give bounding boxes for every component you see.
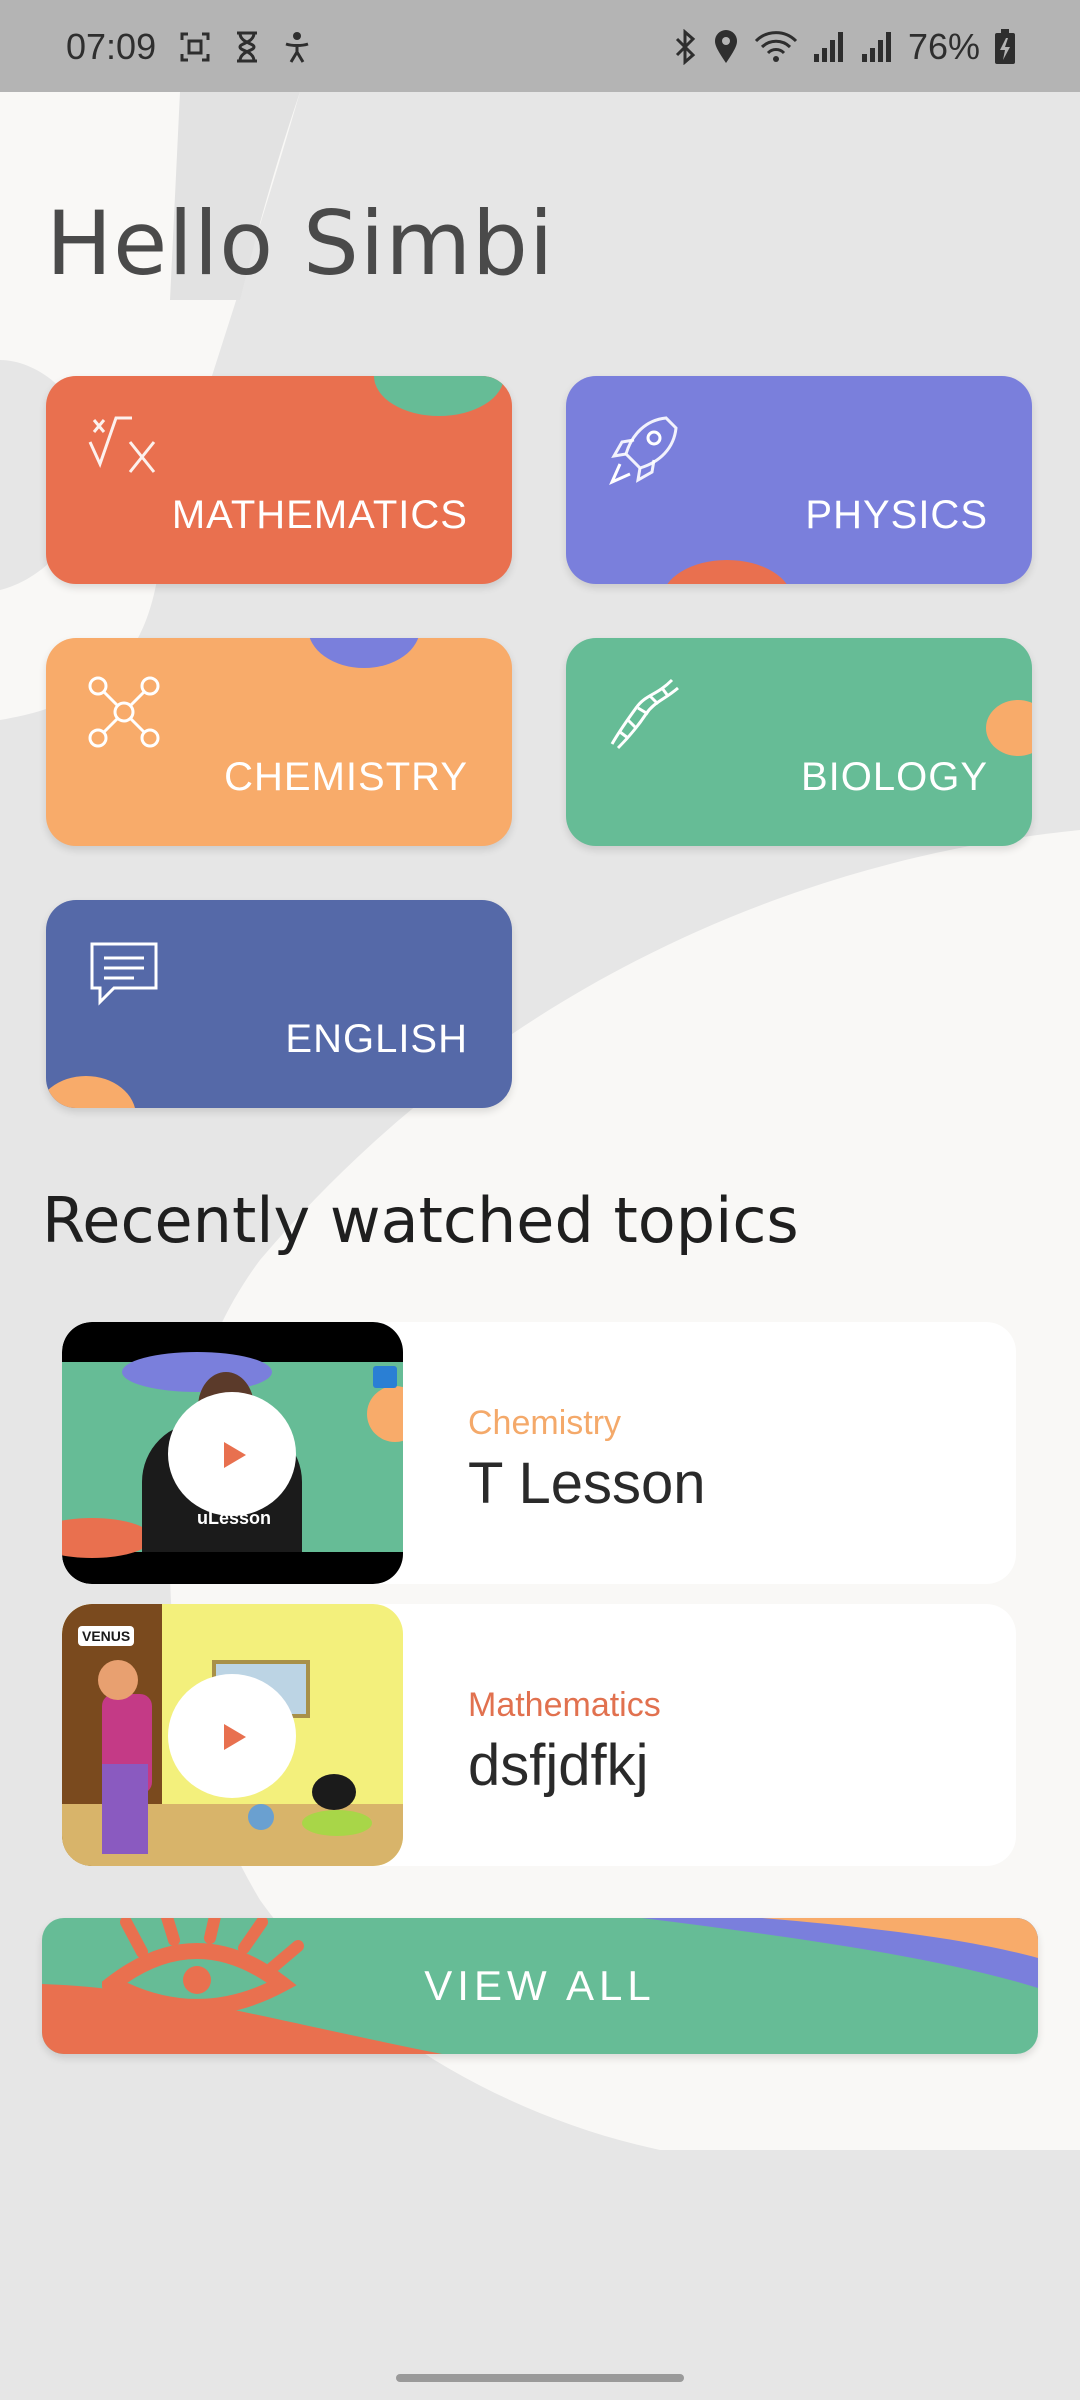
play-button[interactable]	[168, 1674, 296, 1798]
recent-topic-subject: Mathematics	[468, 1686, 661, 1724]
location-icon	[714, 30, 737, 63]
recent-topic-card[interactable]: uLesson Chemistry T Lesson	[62, 1322, 1016, 1584]
recently-watched-title: Recently watched topics	[42, 1184, 799, 1257]
video-thumbnail: VENUS	[62, 1604, 403, 1866]
square-root-icon	[88, 416, 156, 473]
subject-label: BIOLOGY	[800, 755, 988, 799]
play-button[interactable]	[168, 1392, 296, 1516]
screenshot-icon	[180, 32, 210, 62]
view-all-label: VIEW ALL	[424, 1962, 656, 2009]
dna-icon	[610, 678, 679, 750]
recent-topic-card[interactable]: VENUS Mathematics dsfjdfkj	[62, 1604, 1016, 1866]
subject-label: MATHEMATICS	[171, 493, 468, 537]
decoration-blob	[374, 376, 504, 416]
subject-tile-chemistry[interactable]: CHEMISTRY	[46, 638, 512, 846]
molecule-icon	[88, 676, 160, 748]
subject-label: ENGLISH	[285, 1017, 468, 1061]
signal-icon	[813, 32, 843, 62]
battery-percent: 76%	[907, 26, 980, 67]
signal-icon	[861, 32, 891, 62]
recent-topic-title: T Lesson	[468, 1451, 706, 1516]
status-bar: 07:09 76%	[0, 0, 1080, 92]
wifi-icon	[754, 31, 798, 62]
chat-icon	[90, 942, 158, 1006]
decoration-blob	[986, 700, 1032, 756]
thumbnail-logo-text: VENUS	[78, 1626, 135, 1646]
video-thumbnail: uLesson	[62, 1322, 403, 1584]
decoration-blob	[662, 560, 792, 584]
greeting-heading: Hello Simbi	[46, 192, 555, 295]
home-indicator[interactable]	[396, 2374, 684, 2382]
view-all-button[interactable]: VIEW ALL	[42, 1918, 1038, 2054]
subject-label: PHYSICS	[805, 493, 988, 537]
decoration-blob	[46, 1076, 136, 1108]
battery-charging-icon	[995, 29, 1015, 64]
decoration-blob	[308, 638, 420, 668]
rocket-icon	[609, 416, 678, 485]
subject-tile-english[interactable]: ENGLISH	[46, 900, 512, 1108]
subject-label: CHEMISTRY	[224, 755, 468, 799]
status-time: 07:09	[66, 26, 157, 67]
recent-topic-subject: Chemistry	[468, 1404, 622, 1442]
accessibility-icon	[285, 32, 309, 63]
subject-tile-physics[interactable]: PHYSICS	[566, 376, 1032, 584]
hourglass-icon	[237, 31, 258, 63]
bluetooth-icon	[675, 29, 696, 65]
subject-tile-mathematics[interactable]: MATHEMATICS	[46, 376, 512, 584]
subject-tile-biology[interactable]: BIOLOGY	[566, 638, 1032, 846]
recent-topic-title: dsfjdfkj	[468, 1733, 649, 1798]
